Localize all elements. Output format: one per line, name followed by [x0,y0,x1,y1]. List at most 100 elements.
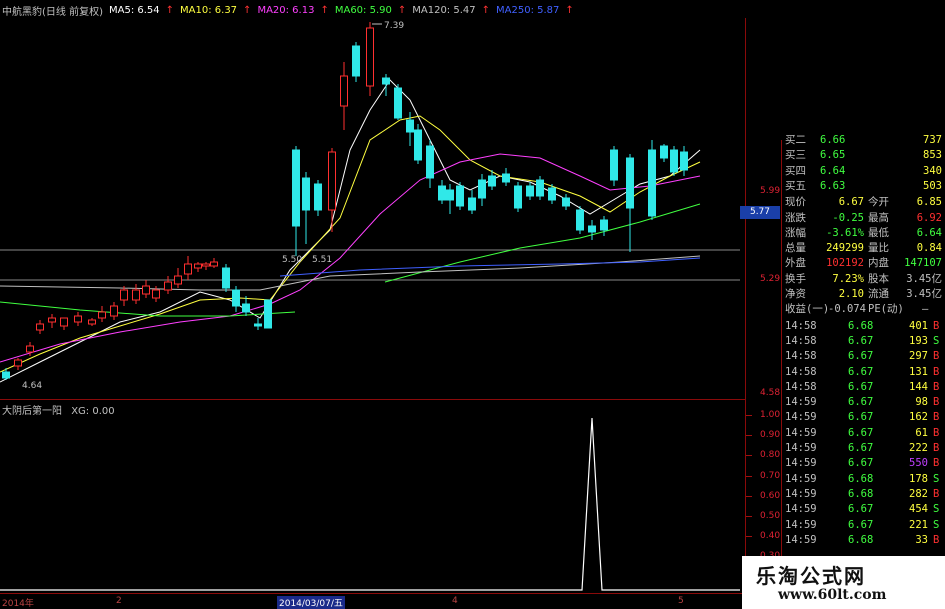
tick-side: B [933,442,940,454]
tick-side: B [933,319,940,332]
candle [174,275,182,285]
candle [74,315,82,323]
candle [576,209,584,231]
candle [110,305,118,317]
candle [600,219,608,231]
candle [478,179,486,199]
tick-price: 6.68 [848,319,874,332]
indicator-signal-line [0,417,740,591]
stat-value: -0.25 [832,211,864,224]
bid-price: 6.65 [820,149,846,162]
bid-label: 买五 [785,179,806,192]
tick-volume: 33 [915,533,928,546]
candle [366,27,374,87]
stat-row: 换手 7.23% 股本 3.45亿 [782,272,945,287]
tick-row: 14:59 6.67 550 B [782,456,945,471]
watermark: 乐淘公式网 www.60lt.com [742,556,945,609]
watermark-name: 乐淘公式网 [756,564,866,588]
candle [184,263,192,275]
candle [626,157,634,209]
tick-time: 14:59 [785,426,817,439]
candle [142,285,150,295]
candle [502,173,510,183]
candle [302,177,310,211]
watermark-url: www.60lt.com [778,587,887,603]
candle [670,149,678,173]
tick-row: 14:59 6.67 221 S [782,518,945,533]
tick-volume: 178 [909,472,928,485]
bid-row: 买二 6.66 737 [782,133,945,148]
tick-side: B [933,533,940,546]
stat-row: 外盘 102192 内盘 147107 [782,256,945,271]
candle [14,359,22,367]
candle [152,289,160,299]
candle [488,175,496,187]
stat-row: 涨跌 -0.25 最高 6.92 [782,211,945,226]
stat-value: 6.92 [916,211,942,224]
bid-price: 6.63 [820,179,846,192]
ma10-line [0,115,701,373]
candle [132,289,140,301]
bid-volume: 503 [923,179,942,192]
indicator-tick: 1.00 [760,410,781,420]
stat-value: 249299 [826,242,864,255]
tick-volume: 193 [909,334,928,347]
candle [426,145,434,179]
stat-label: 涨幅 [785,226,806,239]
stat-value: 6.64 [916,226,942,239]
candle [394,87,402,119]
tick-price: 6.67 [848,518,874,531]
tick-volume: 550 [909,457,928,470]
candle [202,263,210,267]
bid-row: 买五 6.63 503 [782,179,945,194]
date-label: 4 [452,596,458,606]
tick-price: 6.68 [848,533,874,546]
tick-time: 14:59 [785,533,817,546]
tick-side: B [933,426,940,439]
earnings-row: 收益(一) -0.074 PE(动) — [782,302,945,317]
indicator-tick: 0.90 [760,430,781,441]
tick-time: 14:59 [785,457,817,470]
date-cursor-label: 2014/03/07/五 [277,596,345,609]
tick-side: B [933,457,940,470]
candle [242,303,250,313]
candle [446,189,454,201]
stat-value: 102192 [826,257,864,270]
candle [414,129,422,161]
date-label: 2 [116,596,122,606]
tick-price: 6.67 [848,350,874,363]
tick-side: S [933,334,940,347]
quote-panel: 买二 6.66 737 买三 6.65 853 买四 6.64 340 买五 6.63 503 现价 6.… [782,133,945,609]
tick-time: 14:58 [785,350,817,363]
tick-row: 14:59 6.68 33 B [782,533,945,548]
stat-label: 股本 [868,272,889,285]
level-label: 5.50 [282,255,302,265]
candle [60,317,68,327]
candle [88,319,96,325]
indicator-tick: 0.50 [760,511,781,521]
tick-volume: 162 [909,411,928,424]
tick-row: 14:58 6.67 144 B [782,380,945,395]
tick-volume: 282 [909,487,928,500]
tick-time: 14:59 [785,472,817,485]
tick-price: 6.67 [848,396,874,409]
stat-label: 最低 [868,226,889,239]
pe-value: — [922,303,929,316]
candle [164,281,172,291]
stat-value: 147107 [904,257,942,270]
candle [406,119,414,133]
stat-label: 总量 [785,242,806,255]
tick-time: 14:58 [785,319,817,332]
tick-time: 14:59 [785,396,817,409]
stat-value: 2.10 [838,288,864,300]
low-price-label: 4.64 [22,381,42,391]
candle [26,345,34,353]
date-label: 5 [678,596,684,606]
indicator-title[interactable]: 大阴后第一阳 [2,406,62,417]
tick-time: 14:59 [785,442,817,454]
tick-side: B [933,487,940,500]
bid-price: 6.64 [820,164,846,177]
candle [514,185,522,209]
stat-value: 6.85 [916,196,942,209]
tick-volume: 131 [909,365,928,378]
